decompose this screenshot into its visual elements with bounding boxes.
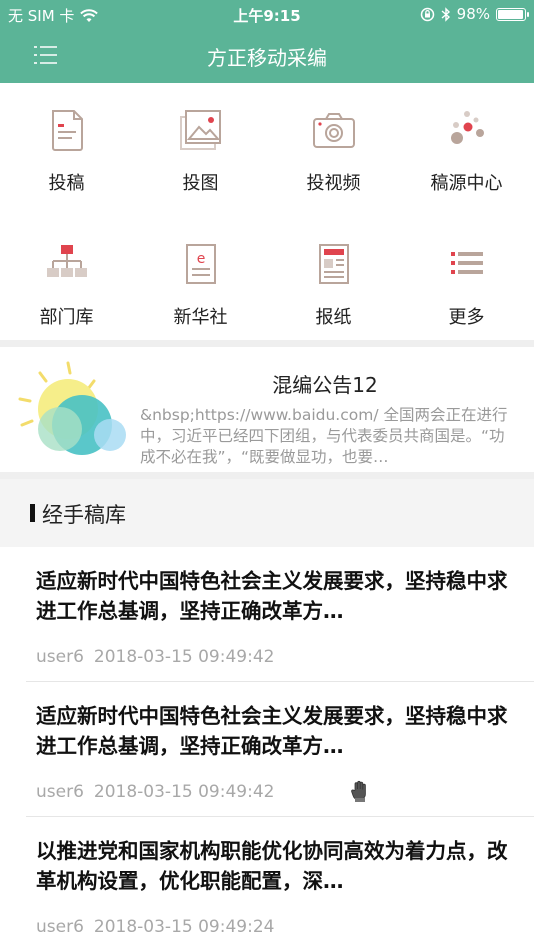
list-item[interactable]: 适应新时代中国特色社会主义发展要求，坚持稳中求进工作总基调，坚持正确改革方… u…: [0, 682, 534, 817]
article-meta: user6 2018-03-15 09:49:24: [36, 917, 284, 937]
notice-card[interactable]: 混编公告12 &nbsp;https://www.baidu.com/ 全国两会…: [0, 347, 534, 472]
article-title: 适应新时代中国特色社会主义发展要求，坚持稳中求进工作总基调，坚持正确改革方…: [36, 704, 508, 758]
orientation-lock-icon: [420, 7, 434, 21]
xinhua-icon: e: [186, 244, 216, 284]
org-chart-icon: [47, 245, 87, 277]
notice-body: &nbsp;https://www.baidu.com/ 全国两会正在进行中，习…: [140, 406, 508, 466]
list-item[interactable]: 以推进党和国家机构职能优化协同高效为着力点，改革机构设置，优化职能配置，深… u…: [0, 817, 534, 950]
grid-item-label: 更多: [448, 307, 485, 328]
document-icon: [52, 110, 83, 151]
image-icon: [180, 110, 221, 150]
battery-icon: [496, 7, 529, 21]
grid-item-label: 投稿: [48, 173, 85, 194]
grid-item-label: 新华社: [173, 307, 228, 328]
grid-item-label: 投视频: [306, 173, 361, 194]
camera-icon: [313, 113, 355, 148]
grid-item-newspaper[interactable]: 报纸: [267, 217, 400, 337]
grid-item-submit-video[interactable]: 投视频: [267, 83, 400, 203]
svg-text:e: e: [197, 251, 206, 267]
article-title: 以推进党和国家机构职能优化协同高效为着力点，改革机构设置，优化职能配置，深…: [36, 839, 508, 893]
grid-item-label: 部门库: [39, 307, 94, 328]
section-divider: [0, 340, 534, 347]
bluetooth-icon: [441, 6, 450, 22]
article-datetime: 2018-03-15 09:49:42: [93, 647, 275, 667]
article-title: 适应新时代中国特色社会主义发展要求，坚持稳中求进工作总基调，坚持正确改革方…: [36, 569, 508, 623]
newspaper-icon: [319, 244, 349, 284]
section-title: 经手稿库: [42, 503, 126, 527]
article-author: user6: [36, 917, 84, 937]
navigation-bar: 方正移动采编: [0, 28, 534, 83]
article-meta: user6 2018-03-15 09:49:42: [36, 647, 284, 667]
notice-title: 混编公告12: [272, 373, 378, 397]
grid-item-submit-image[interactable]: 投图: [134, 83, 267, 203]
section-header: 经手稿库: [0, 479, 534, 547]
hand-icon: [351, 780, 366, 802]
article-meta: user6 2018-03-15 09:49:42: [36, 782, 284, 802]
article-author: user6: [36, 647, 84, 667]
list-icon: [451, 252, 483, 274]
section-marker: [30, 504, 35, 522]
article-datetime: 2018-03-15 09:49:24: [93, 917, 275, 937]
status-right: 98%: [420, 5, 529, 23]
article-datetime: 2018-03-15 09:49:42: [93, 782, 275, 802]
list-item[interactable]: 适应新时代中国特色社会主义发展要求，坚持稳中求进工作总基调，坚持正确改革方… u…: [0, 547, 534, 682]
dots-icon: [451, 111, 484, 144]
grid-item-department[interactable]: 部门库: [0, 217, 133, 337]
status-bar: 无 SIM 卡 上午9:15 98%: [0, 0, 534, 28]
grid-item-submit-article[interactable]: 投稿: [0, 83, 133, 203]
grid-item-source-center[interactable]: 稿源中心: [400, 83, 533, 203]
grid-item-more[interactable]: 更多: [400, 217, 533, 337]
weather-illustration-icon: [18, 361, 126, 455]
grid-item-label: 投图: [182, 173, 219, 194]
battery-percent: 98%: [456, 5, 490, 23]
grid-item-label: 报纸: [315, 307, 352, 328]
section-divider: [0, 472, 534, 479]
grid-item-xinhua[interactable]: e 新华社: [134, 217, 267, 337]
page-title: 方正移动采编: [207, 46, 327, 70]
function-grid: 投稿 投图 投视频 稿源中心 部门库 e 新华社 报纸 更多: [0, 83, 534, 340]
grid-item-label: 稿源中心: [430, 173, 503, 194]
article-author: user6: [36, 782, 84, 802]
